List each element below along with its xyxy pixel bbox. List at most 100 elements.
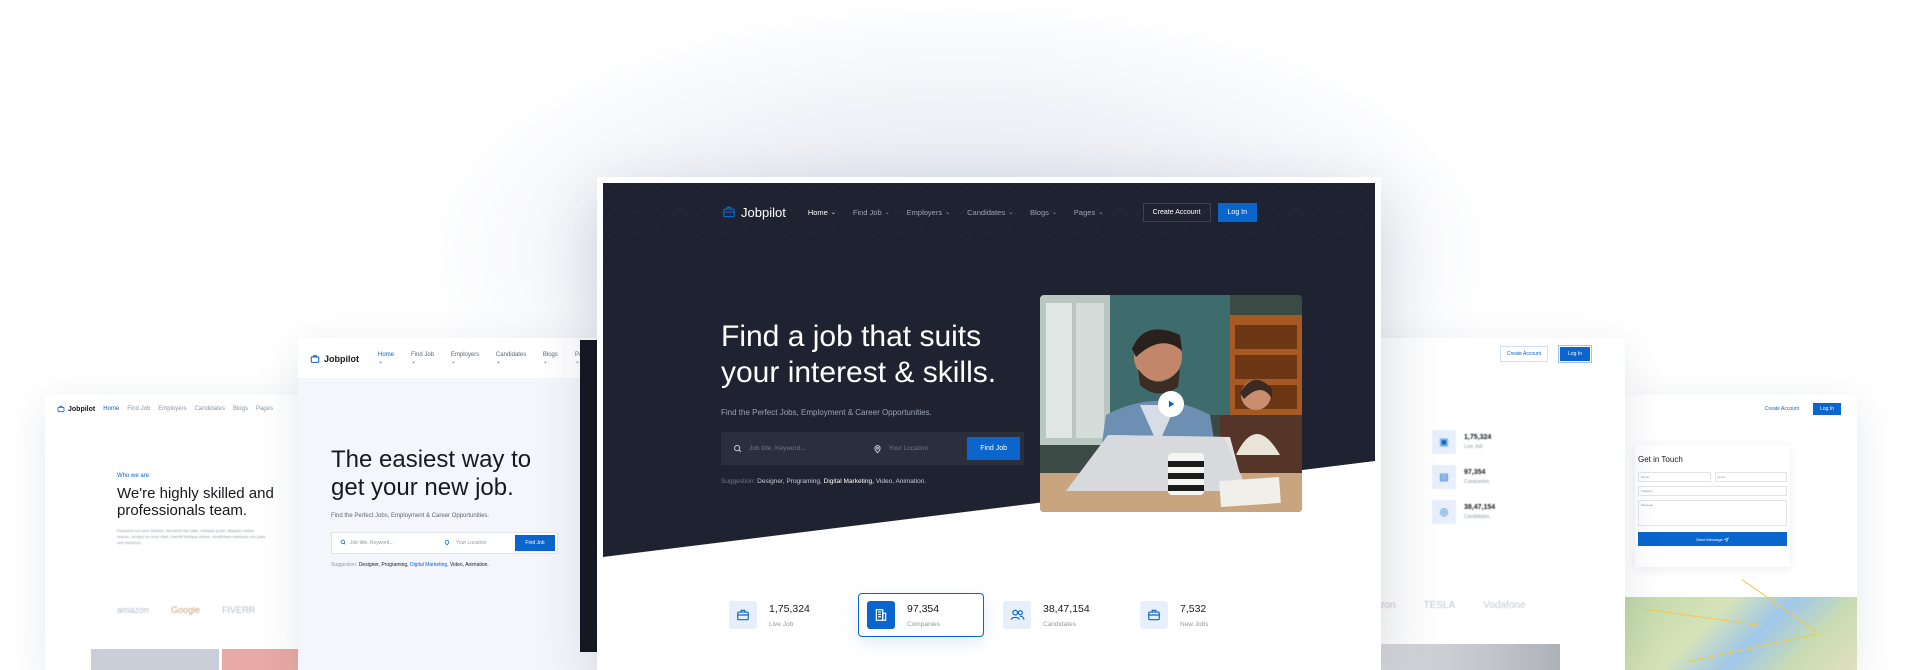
suggestion-link[interactable]: Programing, bbox=[381, 562, 408, 568]
suggestion-link[interactable]: Designer, bbox=[359, 562, 380, 568]
left-nav-home[interactable]: Home ⌄ bbox=[378, 352, 400, 365]
search-suggestions: Suggestion: Designer, Programing, Digita… bbox=[721, 478, 927, 485]
chevron-down-icon: ⌄ bbox=[1008, 209, 1014, 216]
left-location-input[interactable]: Your Location bbox=[442, 539, 512, 546]
play-video-button[interactable] bbox=[1158, 391, 1184, 417]
nav-candidates[interactable]: Candidates ⌄ bbox=[967, 208, 1013, 217]
stat-label: Companies bbox=[907, 620, 940, 628]
far-right-header-buttons: Create Account Log In bbox=[1765, 403, 1841, 415]
right-brand-logos: amazon TESLA Vodafone bbox=[1360, 600, 1526, 611]
left-nav: Jobpilot Home ⌄ Find Job ⌄ Employers ⌄ C… bbox=[310, 352, 598, 365]
section-kicker: Who we are bbox=[117, 473, 150, 479]
location-input[interactable]: Your Location bbox=[873, 444, 968, 454]
chevron-down-icon: ⌄ bbox=[884, 209, 890, 216]
far-left-nav-item[interactable]: Find Job bbox=[127, 406, 150, 412]
stat-label: Candidates bbox=[1043, 620, 1076, 628]
right-stat: ▤ 97,354 Companies bbox=[1432, 465, 1489, 489]
vodafone-logo: Vodafone bbox=[1483, 600, 1526, 611]
login-button[interactable]: Log In bbox=[1217, 202, 1257, 222]
message-field[interactable]: Message bbox=[1638, 500, 1787, 526]
right-stat: ◎ 38,47,154 Candidates bbox=[1432, 500, 1495, 524]
hero-video-thumbnail[interactable] bbox=[1040, 295, 1302, 512]
send-icon bbox=[1723, 536, 1729, 542]
right-login-button[interactable]: Log In bbox=[1558, 345, 1592, 363]
search-icon bbox=[340, 539, 346, 545]
subject-field[interactable]: Subjects bbox=[1638, 486, 1787, 496]
find-job-button[interactable]: Find Job bbox=[967, 437, 1020, 460]
suggestion-link[interactable]: Animation. bbox=[465, 562, 489, 568]
stat-companies[interactable]: 97,354 Companies bbox=[858, 593, 984, 637]
stat-value: 97,354 bbox=[907, 602, 940, 615]
briefcase-logo-icon bbox=[723, 206, 735, 218]
left-search-bar: Job title, Keyword... Your Location Find… bbox=[331, 532, 558, 554]
stat-label: New Jobs bbox=[1180, 620, 1209, 628]
chevron-down-icon: ⌄ bbox=[830, 209, 836, 216]
location-map[interactable] bbox=[1624, 579, 1857, 670]
suggestion-link[interactable]: Digital Marketing, bbox=[410, 562, 449, 568]
far-left-logo: Jobpilot bbox=[57, 405, 95, 413]
suggestion-link[interactable]: Digital Marketing, bbox=[824, 478, 874, 485]
stat-candidates[interactable]: 38,47,154 Candidates bbox=[995, 593, 1121, 637]
nav-pages[interactable]: Pages ⌄ bbox=[1074, 208, 1103, 217]
left-logo[interactable]: Jobpilot bbox=[310, 354, 359, 364]
main-logo[interactable]: Jobpilot bbox=[722, 205, 786, 220]
suggestion-link[interactable]: Animation. bbox=[895, 478, 926, 485]
left-keyword-input[interactable]: Job title, Keyword... bbox=[332, 539, 442, 546]
suggestion-link[interactable]: Programing, bbox=[786, 478, 821, 485]
chevron-down-icon: ⌄ bbox=[945, 209, 951, 216]
about-paragraph: Praesent non sem facilisis, hendrerit ni… bbox=[117, 528, 266, 545]
stat-value: 1,75,324 bbox=[769, 602, 810, 615]
briefcase-logo-icon bbox=[310, 354, 320, 363]
left-nav-candidates[interactable]: Candidates ⌄ bbox=[496, 352, 532, 365]
map-road bbox=[1685, 632, 1823, 663]
far-left-nav-item[interactable]: Home bbox=[103, 406, 119, 412]
stat-value: 7,532 bbox=[1180, 602, 1207, 615]
create-account-button[interactable]: Create Account bbox=[1142, 202, 1211, 222]
stats-page-preview: Create Account Log In ▣ 1,75,324 Live Job… bbox=[1340, 338, 1625, 670]
nav-home[interactable]: Home ⌄ bbox=[808, 208, 836, 217]
send-message-button[interactable]: Send Message bbox=[1638, 532, 1787, 546]
right-create-account-button[interactable]: Create Account bbox=[1499, 346, 1549, 362]
search-icon bbox=[734, 445, 742, 453]
far-left-nav-item[interactable]: Employers bbox=[158, 406, 186, 412]
team-photo bbox=[222, 649, 302, 670]
name-field[interactable]: Name bbox=[1638, 472, 1711, 482]
keyword-input[interactable]: Job title, Keyword... bbox=[733, 444, 873, 453]
left-find-job-button[interactable]: Find Job bbox=[515, 535, 555, 551]
contact-form-title: Get in Touch bbox=[1638, 455, 1683, 464]
job-search-bar: Job title, Keyword... Your Location Find… bbox=[721, 432, 1024, 465]
about-title: We're highly skilled and professionals t… bbox=[117, 485, 274, 519]
right-header-buttons: Create Account Log In bbox=[1499, 345, 1592, 363]
suggestion-link[interactable]: Video, bbox=[450, 562, 464, 568]
building-icon: ▤ bbox=[1432, 465, 1456, 489]
far-left-nav-item[interactable]: Candidates bbox=[195, 406, 225, 412]
far-left-nav: Jobpilot Home Find Job Employers Candida… bbox=[57, 405, 273, 413]
email-field[interactable]: Email bbox=[1714, 472, 1787, 482]
briefcase-icon bbox=[729, 601, 757, 629]
far-right-create-account-button[interactable]: Create Account bbox=[1765, 406, 1799, 412]
main-navbar: Jobpilot Home ⌄ Find Job ⌄ Employers ⌄ Cand… bbox=[722, 202, 1257, 222]
left-nav-employers[interactable]: Employers ⌄ bbox=[451, 352, 485, 365]
users-icon bbox=[1003, 601, 1031, 629]
far-left-nav-item[interactable]: Blogs bbox=[233, 406, 248, 412]
stat-value: 38,47,154 bbox=[1043, 602, 1090, 615]
left-nav-find-job[interactable]: Find Job ⌄ bbox=[411, 352, 440, 365]
hero-title: Find a job that suits your interest & sk… bbox=[721, 320, 997, 389]
contact-form: Get in Touch Name Email Subjects Message… bbox=[1635, 445, 1790, 567]
nav-employers[interactable]: Employers ⌄ bbox=[907, 208, 950, 217]
stat-new-jobs[interactable]: 7,532 New Jobs bbox=[1132, 593, 1258, 637]
suggestion-link[interactable]: Designer, bbox=[757, 478, 784, 485]
google-logo: Google bbox=[171, 605, 201, 615]
play-icon bbox=[1168, 400, 1175, 408]
main-home-preview: Jobpilot Home ⌄ Find Job ⌄ Employers ⌄ Cand… bbox=[597, 177, 1381, 670]
nav-blogs[interactable]: Blogs ⌄ bbox=[1030, 208, 1057, 217]
left-hero-subtitle: Find the Perfect Jobs, Employment & Care… bbox=[331, 513, 490, 519]
far-left-nav-item[interactable]: Pages bbox=[256, 406, 273, 412]
left-nav-blogs[interactable]: Blogs ⌄ bbox=[543, 352, 564, 365]
suggestion-link[interactable]: Video, bbox=[876, 478, 894, 485]
fiverr-logo: FIVERR bbox=[222, 605, 256, 615]
right-stat: ▣ 1,75,324 Live Job bbox=[1432, 430, 1491, 454]
far-right-login-button[interactable]: Log In bbox=[1813, 403, 1841, 415]
nav-find-job[interactable]: Find Job ⌄ bbox=[853, 208, 890, 217]
stat-live-job[interactable]: 1,75,324 Live Job bbox=[721, 593, 847, 637]
